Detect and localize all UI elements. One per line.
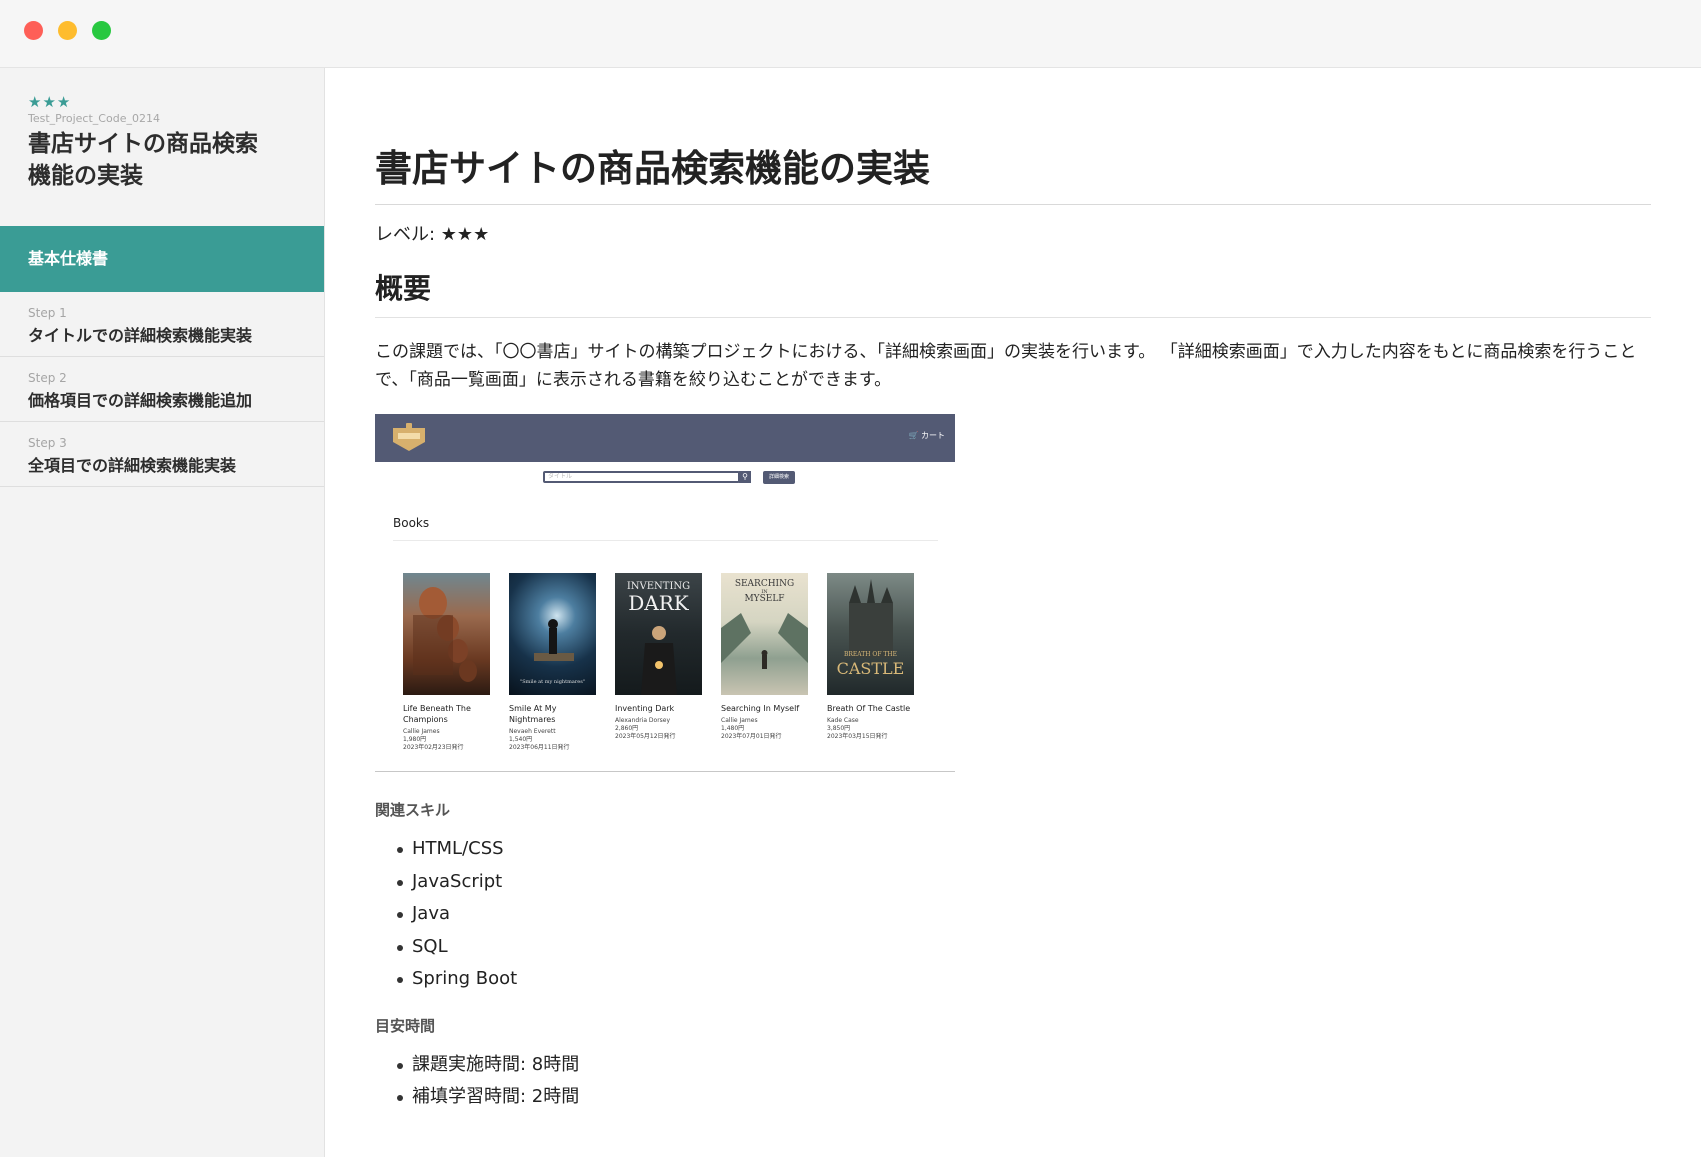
- book-author: Kade Case: [827, 717, 859, 724]
- mock-site-header: 🛒 カート: [375, 414, 955, 462]
- document: 書店サイトの商品検索機能の実装 レベル: ★★★ 概要 この課題では、「〇〇書店…: [375, 68, 1651, 1114]
- close-window-button[interactable]: [24, 21, 43, 40]
- bookstore-logo-icon: [393, 423, 425, 451]
- mock-book-card: INVENTING DARK Inventing Dark Alexandria…: [615, 573, 702, 741]
- skills-heading: 関連スキル: [375, 801, 451, 819]
- step-label: タイトルでの詳細検索機能実装: [28, 326, 253, 345]
- mock-book-card: SEARCHING IN MYSELF Searching In Myself …: [721, 573, 808, 741]
- list-item: 補填学習時間: 2時間: [397, 1081, 1651, 1114]
- project-code: Test_Project_Code_0214: [28, 112, 160, 125]
- book-date: 2023年02月23日発行: [403, 744, 464, 751]
- page-title: 書店サイトの商品検索機能の実装: [375, 144, 1651, 205]
- book-price: 1,540円: [509, 736, 533, 743]
- app-window: ★★★ Test_Project_Code_0214 書店サイトの商品検索機能の…: [0, 0, 1701, 1157]
- time-heading: 目安時間: [375, 1016, 436, 1035]
- book-author: Nevaeh Everett: [509, 728, 556, 735]
- sidebar-project-title: 書店サイトの商品検索機能の実装: [28, 131, 258, 189]
- book-cover-image: "Smile at my nightmares": [509, 573, 596, 695]
- book-cover-image: INVENTING DARK: [615, 573, 702, 695]
- list-item: JavaScript: [397, 866, 1651, 899]
- sidebar-item-step-3[interactable]: Step 3 全項目での詳細検索機能実装: [0, 422, 324, 487]
- list-item: Spring Boot: [397, 963, 1651, 996]
- mock-divider: [393, 540, 938, 541]
- sidebar: ★★★ Test_Project_Code_0214 書店サイトの商品検索機能の…: [0, 68, 325, 1157]
- skills-list: HTML/CSS JavaScript Java SQL Spring Boot: [375, 833, 1651, 996]
- level-stars: ★★★: [440, 224, 490, 245]
- overview-text: この課題では、「〇〇書店」サイトの構築プロジェクトにおける、「詳細検索画面」の実…: [375, 342, 1637, 390]
- cover-title-text: BREATH OF THE: [843, 651, 898, 658]
- book-date: 2023年06月11日発行: [509, 744, 570, 751]
- book-title: Inventing Dark: [615, 704, 675, 713]
- mock-advanced-search-button: 詳細検索: [763, 471, 795, 484]
- overview-heading: 概要: [375, 269, 1651, 318]
- book-author: Alexandria Dorsey: [615, 717, 671, 724]
- book-date: 2023年05月12日発行: [615, 733, 676, 740]
- difficulty-stars: ★★★: [28, 93, 72, 111]
- window-titlebar: [0, 0, 1701, 68]
- step-number: Step 1: [28, 306, 67, 320]
- step-label: 価格項目での詳細検索機能追加: [28, 391, 253, 410]
- mock-book-card: Life Beneath The Champions Callie James …: [403, 573, 490, 752]
- site-screenshot-image: 🛒 カート タイトル ⚲ 詳細検索 Books Life Beneath The…: [375, 414, 955, 772]
- level-line: レベル: ★★★: [375, 223, 1651, 247]
- sidebar-header: ★★★ Test_Project_Code_0214 書店サイトの商品検索機能の…: [0, 68, 324, 226]
- book-date: 2023年07月01日発行: [721, 733, 782, 740]
- book-price: 2,860円: [615, 725, 639, 732]
- list-item: SQL: [397, 931, 1651, 964]
- book-price: 1,480円: [721, 725, 745, 732]
- sidebar-item-basic-spec[interactable]: 基本仕様書: [0, 226, 324, 292]
- mock-cart-link: 🛒 カート: [908, 431, 945, 440]
- book-date: 2023年03月15日発行: [827, 733, 888, 740]
- minimize-window-button[interactable]: [58, 21, 77, 40]
- level-label: レベル:: [375, 224, 441, 245]
- sidebar-item-step-1[interactable]: Step 1 タイトルでの詳細検索機能実装: [0, 292, 324, 357]
- book-title: Smile At My Nightmares: [509, 704, 557, 724]
- book-cover-image: SEARCHING IN MYSELF: [721, 573, 808, 695]
- mock-books-heading: Books: [393, 516, 430, 530]
- time-list: 課題実施時間: 8時間 補填学習時間: 2時間: [375, 1049, 1651, 1114]
- book-title: Searching In Myself: [721, 704, 800, 713]
- maximize-window-button[interactable]: [92, 21, 111, 40]
- book-price: 1,980円: [403, 736, 427, 743]
- sidebar-item-step-2[interactable]: Step 2 価格項目での詳細検索機能追加: [0, 357, 324, 422]
- mock-search-input: タイトル: [543, 471, 740, 483]
- list-item: 課題実施時間: 8時間: [397, 1049, 1651, 1082]
- list-item: HTML/CSS: [397, 833, 1651, 866]
- book-price: 3,850円: [827, 725, 851, 732]
- main-content: 書店サイトの商品検索機能の実装 レベル: ★★★ 概要 この課題では、「〇〇書店…: [325, 68, 1701, 1157]
- book-author: Callie James: [721, 717, 758, 724]
- mock-search-icon: ⚲: [739, 471, 751, 483]
- mock-book-card: BREATH OF THE CASTLE Breath Of The Castl…: [827, 573, 914, 741]
- book-cover-image: [403, 573, 490, 695]
- mock-book-card: "Smile at my nightmares" Smile At My Nig…: [509, 573, 596, 752]
- step-number: Step 2: [28, 371, 67, 385]
- book-author: Callie James: [403, 728, 440, 735]
- cover-title-text: CASTLE: [836, 659, 905, 678]
- cover-title-text: "Smile at my nightmares": [519, 679, 586, 685]
- step-number: Step 3: [28, 436, 67, 450]
- list-item: Java: [397, 898, 1651, 931]
- book-cover-image: BREATH OF THE CASTLE: [827, 573, 914, 695]
- book-title: Breath Of The Castle: [827, 704, 911, 713]
- book-title: Life Beneath The Champions: [403, 704, 471, 724]
- step-label: 全項目での詳細検索機能実装: [28, 456, 237, 475]
